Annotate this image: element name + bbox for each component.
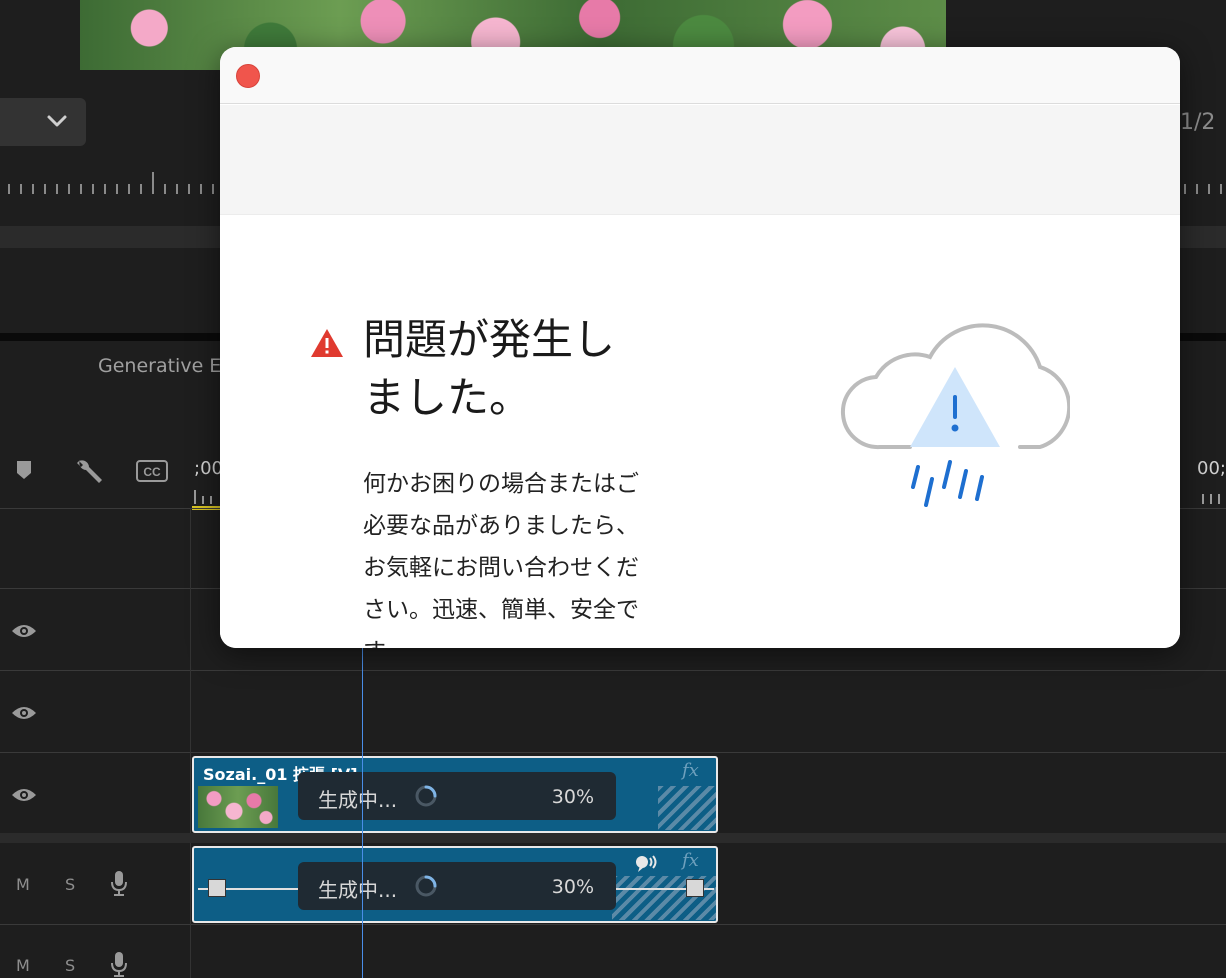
ruler-tick (1220, 184, 1222, 194)
ruler-tick (188, 184, 190, 194)
ruler-tick (104, 184, 106, 194)
ruler-tick (152, 172, 154, 194)
loading-spinner-icon (415, 785, 437, 807)
ruler-tick (56, 184, 58, 194)
ruler-tick (200, 184, 202, 194)
timeline-timecode-start: ;00 (194, 458, 223, 479)
clip-thumbnail (198, 786, 278, 828)
eye-icon[interactable] (11, 622, 37, 640)
svg-text:CC: CC (143, 465, 161, 479)
audio-clip[interactable]: fx 生成中... 30% (192, 846, 718, 923)
progress-percent: 30% (551, 876, 594, 898)
marker-icon[interactable] (16, 460, 32, 480)
dialog-body: 問題が発生しました。 何かお困りの場合またはご必要な品がありましたら、お気軽にお… (220, 215, 1180, 648)
ruler-tick (1196, 184, 1198, 194)
track-separator (0, 670, 1226, 671)
fx-badge[interactable]: fx (682, 760, 699, 781)
ruler-tick (92, 184, 94, 194)
microphone-icon[interactable] (109, 870, 129, 896)
ruler-tick (1184, 184, 1186, 194)
ruler-tick (1208, 184, 1210, 194)
generating-status: 生成中... (318, 788, 398, 812)
chevron-down-icon (47, 115, 67, 127)
eye-icon[interactable] (11, 704, 37, 722)
track-separator (0, 752, 1226, 753)
ruler-tick (80, 184, 82, 194)
generating-status: 生成中... (318, 878, 398, 902)
mute-toggle[interactable]: M (16, 875, 30, 894)
error-dialog: 問題が発生しました。 何かお困りの場合またはご必要な品がありましたら、お気軽にお… (220, 47, 1180, 648)
ruler-tick (68, 184, 70, 194)
dialog-header (220, 105, 1180, 215)
ruler-tick (44, 184, 46, 194)
video-clip[interactable]: Sozai._01 拡張 [V] fx 生成中... 30% (192, 756, 718, 833)
zoom-level-dropdown[interactable] (0, 98, 86, 146)
close-dot-icon[interactable] (236, 64, 260, 88)
dialog-titlebar[interactable] (220, 47, 1180, 104)
generated-extension-area (658, 786, 716, 830)
ruler-tick (140, 184, 142, 194)
ruler-tick (128, 184, 130, 194)
wrench-icon[interactable] (74, 456, 104, 486)
audio-video-divider[interactable] (0, 833, 1226, 843)
cloud-rain-warning-icon (840, 323, 1070, 507)
ruler-tick (212, 184, 214, 194)
timeline-timecode-end: 00; (1197, 458, 1226, 479)
ruler-tick (20, 184, 22, 194)
clip-end-handle[interactable] (686, 879, 704, 897)
solo-toggle[interactable]: S (65, 875, 75, 894)
ruler-tick (164, 184, 166, 194)
generation-progress-pill: 生成中... 30% (298, 862, 616, 910)
ruler-tick (176, 184, 178, 194)
progress-percent: 30% (551, 786, 594, 808)
clip-start-handle[interactable] (208, 879, 226, 897)
mute-toggle[interactable]: M (16, 956, 30, 975)
solo-toggle[interactable]: S (65, 956, 75, 975)
app-window: 1/2 Generative E CC ;00 00; M S M S Soza… (0, 0, 1226, 978)
generation-progress-pill: 生成中... 30% (298, 772, 616, 820)
speech-icon (636, 855, 657, 872)
timeline-ruler-ticks-right[interactable] (1200, 492, 1226, 504)
track-header-divider (190, 508, 191, 978)
ruler-tick (116, 184, 118, 194)
ruler-tick (32, 184, 34, 194)
track-separator (0, 924, 1226, 925)
warning-triangle-icon (311, 329, 343, 357)
error-message: 何かお困りの場合またはご必要な品がありましたら、お気軽にお問い合わせください。迅… (363, 471, 639, 648)
loading-spinner-icon (415, 875, 437, 897)
closed-captions-icon[interactable]: CC (136, 460, 168, 482)
microphone-icon[interactable] (109, 951, 129, 977)
fx-badge[interactable]: fx (682, 850, 699, 871)
resolution-fraction[interactable]: 1/2 (1180, 110, 1215, 135)
ruler-tick (8, 184, 10, 194)
tab-generative-extend[interactable]: Generative E (98, 355, 221, 377)
error-title: 問題が発生しました。 (363, 315, 616, 422)
playhead-line[interactable] (362, 648, 363, 978)
eye-icon[interactable] (11, 786, 37, 804)
